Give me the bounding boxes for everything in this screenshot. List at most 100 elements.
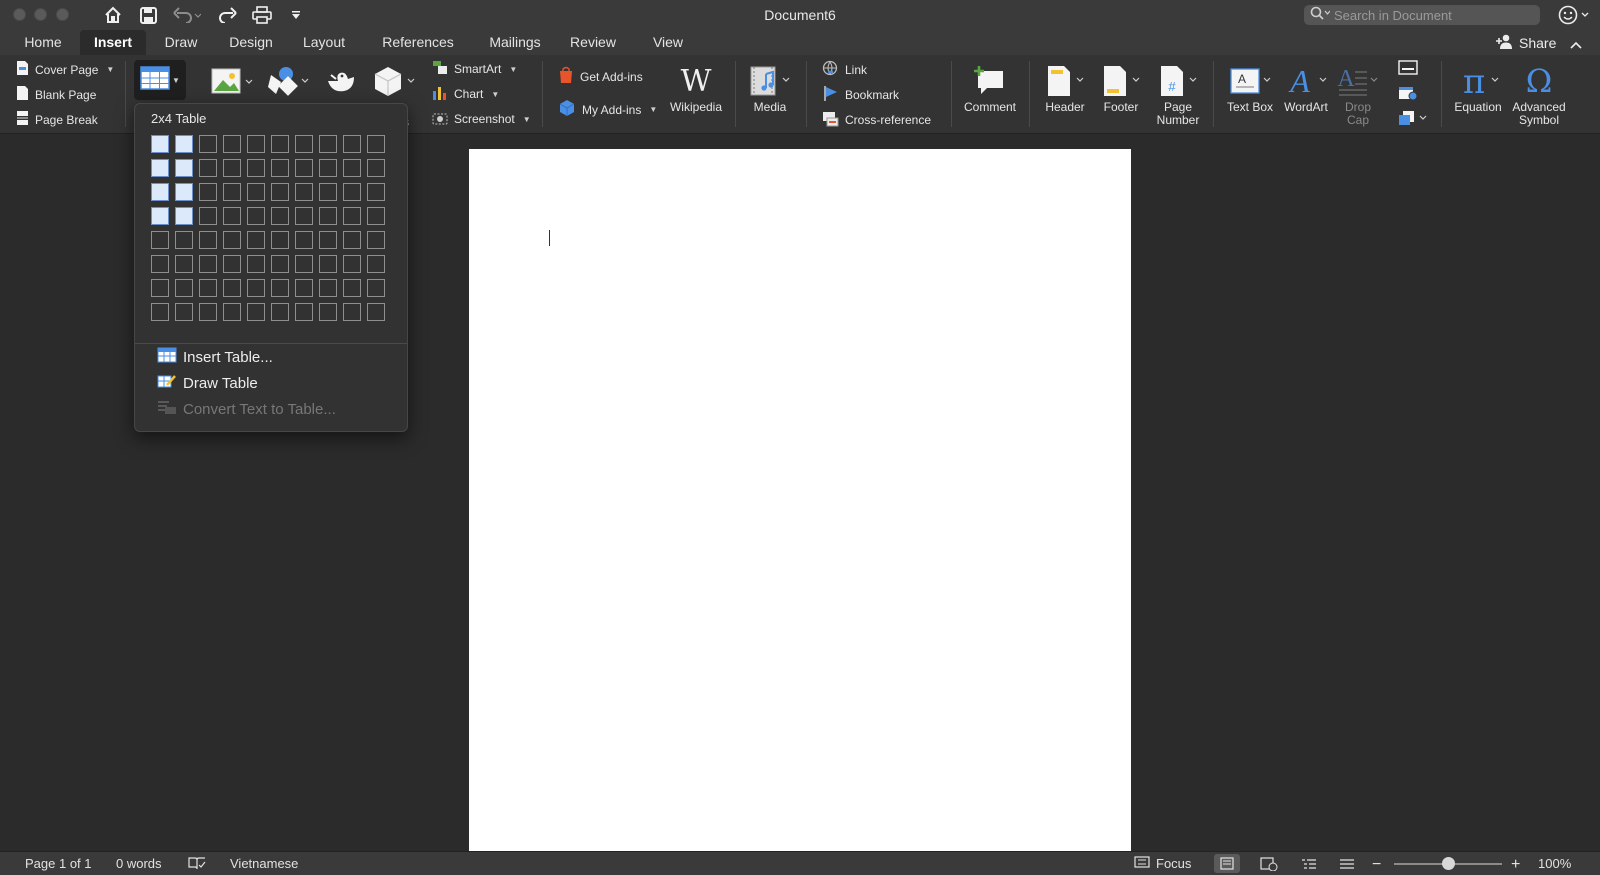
tab-layout[interactable]: Layout bbox=[296, 30, 352, 55]
table-grid-cell[interactable] bbox=[271, 303, 289, 321]
3d-models-button[interactable] bbox=[372, 61, 416, 101]
draft-view-icon[interactable] bbox=[1334, 854, 1360, 873]
table-grid-cell[interactable] bbox=[343, 207, 361, 225]
home-icon[interactable] bbox=[102, 4, 124, 26]
bookmark-button[interactable]: Bookmark bbox=[822, 85, 899, 105]
undo-icon[interactable] bbox=[172, 4, 202, 26]
draw-table-menu-item[interactable]: Draw Table bbox=[157, 373, 258, 393]
table-grid-cell[interactable] bbox=[199, 159, 217, 177]
table-grid-cell[interactable] bbox=[175, 231, 193, 249]
table-grid-cell[interactable] bbox=[151, 231, 169, 249]
table-grid-cell[interactable] bbox=[175, 135, 193, 153]
table-grid-cell[interactable] bbox=[271, 159, 289, 177]
table-grid-cell[interactable] bbox=[199, 231, 217, 249]
table-grid-cell[interactable] bbox=[271, 207, 289, 225]
table-grid-cell[interactable] bbox=[223, 279, 241, 297]
proofing-book-icon[interactable] bbox=[188, 856, 206, 870]
signature-line-icon[interactable] bbox=[1398, 60, 1418, 81]
tab-draw[interactable]: Draw bbox=[156, 30, 206, 55]
zoom-out-button[interactable]: − bbox=[1372, 856, 1381, 874]
icons-button[interactable] bbox=[324, 61, 358, 101]
table-grid-cell[interactable] bbox=[295, 255, 313, 273]
wordart-button[interactable]: A WordArt bbox=[1280, 61, 1332, 114]
table-grid-cell[interactable] bbox=[367, 279, 385, 297]
table-grid-cell[interactable] bbox=[367, 255, 385, 273]
share-button[interactable]: Share bbox=[1495, 34, 1556, 52]
cover-page-button[interactable]: Cover Page ▼ bbox=[16, 60, 114, 79]
table-grid-cell[interactable] bbox=[151, 303, 169, 321]
tab-insert[interactable]: Insert bbox=[80, 30, 146, 55]
date-time-icon[interactable] bbox=[1398, 85, 1418, 106]
table-grid-cell[interactable] bbox=[247, 183, 265, 201]
table-grid-cell[interactable] bbox=[175, 279, 193, 297]
pictures-button[interactable] bbox=[210, 61, 254, 101]
table-grid-cell[interactable] bbox=[247, 207, 265, 225]
tab-mailings[interactable]: Mailings bbox=[480, 30, 550, 55]
table-grid-cell[interactable] bbox=[151, 135, 169, 153]
screenshot-button[interactable]: Screenshot ▼ bbox=[432, 110, 531, 128]
table-grid-cell[interactable] bbox=[367, 135, 385, 153]
search-input[interactable] bbox=[1334, 7, 1534, 23]
table-grid-cell[interactable] bbox=[367, 231, 385, 249]
tab-references[interactable]: References bbox=[370, 30, 466, 55]
table-grid-cell[interactable] bbox=[367, 159, 385, 177]
table-grid-cell[interactable] bbox=[151, 159, 169, 177]
table-grid-cell[interactable] bbox=[199, 279, 217, 297]
table-grid-cell[interactable] bbox=[319, 279, 337, 297]
table-grid-cell[interactable] bbox=[223, 159, 241, 177]
cross-reference-button[interactable]: Cross-reference bbox=[822, 110, 931, 130]
table-grid-cell[interactable] bbox=[343, 183, 361, 201]
search-box[interactable] bbox=[1304, 5, 1540, 25]
feedback-smiley-icon[interactable] bbox=[1558, 4, 1592, 31]
table-grid-cell[interactable] bbox=[151, 183, 169, 201]
table-grid-cell[interactable] bbox=[319, 207, 337, 225]
get-addins-button[interactable]: Get Add-ins bbox=[558, 66, 643, 87]
page-break-button[interactable]: Page Break bbox=[16, 110, 98, 129]
table-grid-cell[interactable] bbox=[223, 303, 241, 321]
minimize-window-button[interactable] bbox=[34, 8, 47, 21]
save-icon[interactable] bbox=[137, 4, 159, 26]
insert-table-menu-item[interactable]: Insert Table... bbox=[157, 347, 273, 367]
table-grid-cell[interactable] bbox=[223, 135, 241, 153]
advanced-symbol-button[interactable]: Ω Advanced Symbol bbox=[1508, 61, 1570, 127]
smartart-button[interactable]: SmartArt ▼ bbox=[432, 60, 517, 78]
tab-review[interactable]: Review bbox=[564, 30, 622, 55]
print-icon[interactable] bbox=[251, 4, 273, 26]
table-grid-cell[interactable] bbox=[271, 279, 289, 297]
table-grid-cell[interactable] bbox=[199, 183, 217, 201]
table-grid-cell[interactable] bbox=[223, 255, 241, 273]
customize-toolbar-icon[interactable] bbox=[289, 4, 303, 26]
footer-button[interactable]: Footer bbox=[1096, 61, 1146, 114]
web-layout-view-icon[interactable] bbox=[1256, 854, 1282, 873]
table-grid-cell[interactable] bbox=[271, 183, 289, 201]
table-grid-cell[interactable] bbox=[319, 183, 337, 201]
table-grid-cell[interactable] bbox=[319, 231, 337, 249]
language-indicator[interactable]: Vietnamese bbox=[230, 856, 298, 871]
table-grid-cell[interactable] bbox=[295, 207, 313, 225]
table-grid-cell[interactable] bbox=[271, 231, 289, 249]
table-grid-cell[interactable] bbox=[175, 159, 193, 177]
table-grid-cell[interactable] bbox=[151, 279, 169, 297]
table-grid-cell[interactable] bbox=[319, 159, 337, 177]
blank-page-button[interactable]: Blank Page bbox=[16, 85, 96, 104]
table-grid-cell[interactable] bbox=[343, 231, 361, 249]
chart-button[interactable]: Chart ▼ bbox=[432, 85, 499, 103]
table-grid-cell[interactable] bbox=[343, 135, 361, 153]
zoom-in-button[interactable]: + bbox=[1511, 856, 1520, 874]
page-number-button[interactable]: # Page Number bbox=[1152, 61, 1204, 127]
wikipedia-button[interactable]: W Wikipedia bbox=[668, 61, 724, 114]
media-button[interactable]: Media bbox=[748, 61, 792, 114]
table-grid-cell[interactable] bbox=[223, 207, 241, 225]
table-grid-cell[interactable] bbox=[247, 135, 265, 153]
table-grid-cell[interactable] bbox=[175, 183, 193, 201]
table-grid-cell[interactable] bbox=[247, 279, 265, 297]
object-icon[interactable] bbox=[1398, 110, 1428, 131]
word-count[interactable]: 0 words bbox=[116, 856, 162, 871]
print-layout-view-icon[interactable] bbox=[1214, 854, 1240, 873]
table-grid-cell[interactable] bbox=[199, 303, 217, 321]
page-count[interactable]: Page 1 of 1 bbox=[25, 856, 92, 871]
table-grid-cell[interactable] bbox=[343, 159, 361, 177]
my-addins-button[interactable]: My Add-ins ▼ bbox=[558, 99, 657, 120]
table-grid-cell[interactable] bbox=[295, 135, 313, 153]
table-grid-cell[interactable] bbox=[199, 135, 217, 153]
